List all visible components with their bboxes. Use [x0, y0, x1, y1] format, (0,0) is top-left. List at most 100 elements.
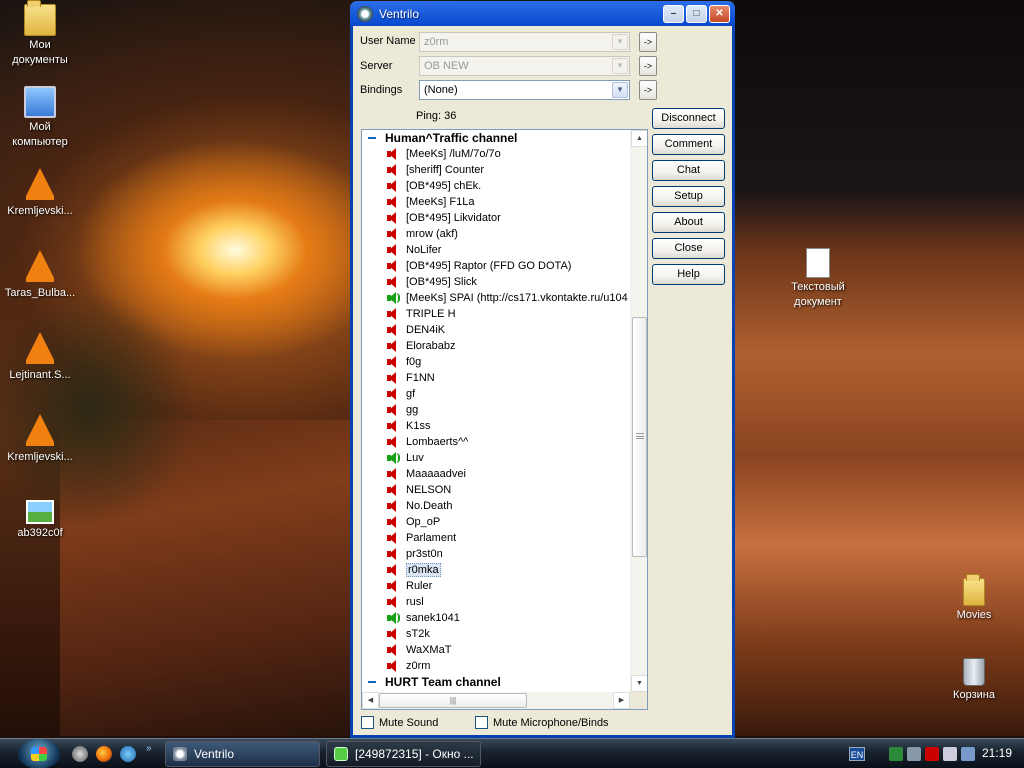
desktop-icon-my-documents[interactable]: Мои документы	[0, 0, 80, 68]
chevron-down-icon[interactable]: ▼	[612, 58, 628, 74]
user-row[interactable]: [MeeKs] SPAI (http://cs171.vkontakte.ru/…	[362, 290, 630, 306]
comment-button[interactable]: Comment	[652, 134, 725, 155]
setup-button[interactable]: Setup	[652, 186, 725, 207]
user-row[interactable]: Op_oP	[362, 514, 630, 530]
user-row[interactable]: sT2k	[362, 626, 630, 642]
firefox-icon[interactable]	[96, 746, 112, 762]
user-row[interactable]: gg	[362, 402, 630, 418]
desktop-icon-movies[interactable]: Movies	[934, 574, 1014, 623]
user-row[interactable]: sanek1041	[362, 610, 630, 626]
horizontal-scrollbar[interactable]: ◀ ||| ▶	[362, 692, 630, 709]
channel-row[interactable]: Human^Traffic channel	[362, 130, 630, 146]
user-row[interactable]: z0rm	[362, 658, 630, 674]
channel-tree[interactable]: Human^Traffic channel [MeeKs] /luM/7o/7o […	[361, 129, 648, 710]
disconnect-button[interactable]: Disconnect	[652, 108, 725, 129]
user-row[interactable]: DEN4iK	[362, 322, 630, 338]
network-icon[interactable]	[961, 747, 975, 761]
desktop-icon-recycle-bin[interactable]: Корзина	[934, 658, 1014, 703]
help-button[interactable]: Help	[652, 264, 725, 285]
user-row[interactable]: TRIPLE H	[362, 306, 630, 322]
user-row[interactable]: [OB*495] Slick	[362, 274, 630, 290]
hscroll-thumb[interactable]: |||	[379, 693, 527, 708]
collapse-icon[interactable]	[368, 681, 376, 683]
steam-icon[interactable]	[72, 746, 88, 762]
server-go-button[interactable]: ->	[639, 56, 657, 76]
recycle-bin-icon	[963, 658, 985, 686]
taskbar-item-ventrilo[interactable]: Ventrilo	[165, 741, 320, 767]
desktop-icon-my-computer[interactable]: Мой компьютер	[0, 86, 80, 150]
user-row[interactable]: K1ss	[362, 418, 630, 434]
desktop-icon-video-3[interactable]: Lejtinant.S...	[0, 332, 80, 383]
maximize-button[interactable]: □	[686, 4, 707, 23]
checkbox-box[interactable]	[361, 716, 374, 729]
vertical-scrollbar[interactable]: ▲ ▼	[630, 130, 647, 692]
scroll-down-icon[interactable]: ▼	[631, 675, 647, 692]
desktop-icon-video-1[interactable]: Kremljevski...	[0, 168, 80, 219]
chevron-down-icon[interactable]: ▼	[612, 82, 628, 98]
desktop-icon-video-4[interactable]: Kremljevski...	[0, 414, 80, 465]
user-row[interactable]: f0g	[362, 354, 630, 370]
user-row[interactable]: NoLifer	[362, 242, 630, 258]
user-row[interactable]: [OB*495] Likvidator	[362, 210, 630, 226]
user-row[interactable]: Elorababz	[362, 338, 630, 354]
user-row[interactable]: [OB*495] Raptor (FFD GO DOTA)	[362, 258, 630, 274]
user-row[interactable]: Luv	[362, 450, 630, 466]
close-button[interactable]: Close	[652, 238, 725, 259]
scroll-thumb[interactable]	[632, 317, 647, 557]
user-row[interactable]: Parlament	[362, 530, 630, 546]
desktop-icon-video-2[interactable]: Taras_Bulba...	[0, 250, 80, 301]
user-row[interactable]: pr3st0n	[362, 546, 630, 562]
scroll-left-icon[interactable]: ◀	[362, 692, 379, 709]
ati-tray-icon[interactable]	[925, 747, 939, 761]
user-row[interactable]: r0mka	[362, 562, 630, 578]
user-row[interactable]: Lombaerts^^	[362, 434, 630, 450]
volume-icon[interactable]	[943, 747, 957, 761]
chevron-down-icon[interactable]: ▼	[612, 34, 628, 50]
title-bar[interactable]: Ventrilo – □ ✕	[353, 1, 732, 26]
user-row[interactable]: Maaaaadvei	[362, 466, 630, 482]
internet-explorer-icon[interactable]	[120, 746, 136, 762]
channel-row[interactable]: HURT Team channel	[362, 674, 630, 690]
server-combo[interactable]: OB NEW ▼	[419, 56, 630, 76]
chat-button[interactable]: Chat	[652, 160, 725, 181]
user-row[interactable]: F1NN	[362, 370, 630, 386]
checkbox-box[interactable]	[475, 716, 488, 729]
about-button[interactable]: About	[652, 212, 725, 233]
minimize-button[interactable]: –	[663, 4, 684, 23]
user-row[interactable]: gf	[362, 386, 630, 402]
bindings-combo[interactable]: (None) ▼	[419, 80, 630, 100]
mute-sound-checkbox[interactable]: Mute Sound	[361, 716, 438, 729]
user-row[interactable]: [sheriff] Counter	[362, 162, 630, 178]
speaker-icon	[386, 244, 400, 256]
taskbar-item-chat-window[interactable]: [249872315] - Окно ...	[326, 741, 481, 767]
user-row[interactable]: NELSON	[362, 482, 630, 498]
ventrilo-tray-icon[interactable]	[889, 747, 903, 761]
mute-mic-checkbox[interactable]: Mute Microphone/Binds	[475, 716, 609, 729]
scroll-up-icon[interactable]: ▲	[631, 130, 647, 147]
start-button[interactable]	[18, 739, 60, 768]
channel-user-list[interactable]: Human^Traffic channel [MeeKs] /luM/7o/7o […	[362, 130, 630, 690]
headset-tray-icon[interactable]	[907, 747, 921, 761]
username-go-button[interactable]: ->	[639, 32, 657, 52]
user-row[interactable]: [OB*495] chEk.	[362, 178, 630, 194]
close-window-button[interactable]: ✕	[709, 4, 730, 23]
desktop-icon-image[interactable]: ab392c0f	[0, 500, 80, 541]
scroll-right-icon[interactable]: ▶	[613, 692, 630, 709]
user-row[interactable]: No.Death	[362, 498, 630, 514]
clock[interactable]: 21:19	[982, 746, 1012, 760]
user-row[interactable]: WaXMaT	[362, 642, 630, 658]
username-combo[interactable]: z0rm ▼	[419, 32, 630, 52]
bindings-go-button[interactable]: ->	[639, 80, 657, 100]
user-row[interactable]: [MeeKs] F1La	[362, 194, 630, 210]
language-indicator[interactable]: EN	[849, 747, 865, 761]
user-row[interactable]: [MeeKs] /luM/7o/7o	[362, 146, 630, 162]
user-row[interactable]: mrow (akf)	[362, 226, 630, 242]
quicklaunch-more-icon[interactable]: »	[146, 743, 152, 754]
user-row[interactable]: rusl	[362, 594, 630, 610]
speaker-icon	[386, 276, 400, 288]
desktop-icon-label: Taras_Bulba...	[4, 287, 76, 299]
user-row[interactable]: Ruler	[362, 578, 630, 594]
desktop-icon-label: Корзина	[953, 689, 995, 701]
collapse-icon[interactable]	[368, 137, 376, 139]
desktop-icon-text-document[interactable]: Текстовый документ	[778, 248, 858, 310]
